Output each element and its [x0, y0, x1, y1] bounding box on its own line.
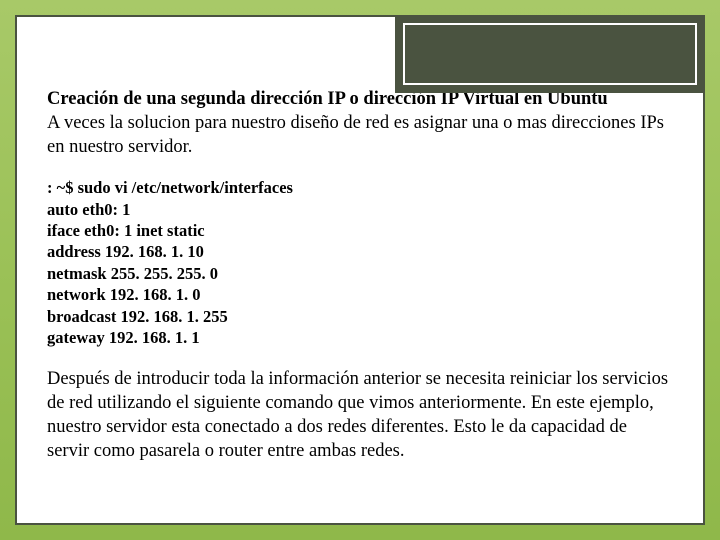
title-corner-inner — [403, 23, 697, 85]
title-corner-box — [395, 15, 705, 93]
code-line-1: : ~$ sudo vi /etc/network/interfaces — [47, 177, 673, 198]
code-line-4: address 192. 168. 1. 10 — [47, 241, 673, 262]
code-line-6: network 192. 168. 1. 0 — [47, 284, 673, 305]
code-line-3: iface eth0: 1 inet static — [47, 220, 673, 241]
intro-text: A veces la solucion para nuestro diseño … — [47, 111, 673, 159]
slide-frame: Creación de una segunda dirección IP o d… — [15, 15, 705, 525]
code-line-5: netmask 255. 255. 255. 0 — [47, 263, 673, 284]
outro-text: Después de introducir toda la informació… — [47, 367, 673, 463]
code-line-2: auto eth0: 1 — [47, 199, 673, 220]
code-line-8: gateway 192. 168. 1. 1 — [47, 327, 673, 348]
code-block: : ~$ sudo vi /etc/network/interfaces aut… — [47, 177, 673, 349]
code-line-7: broadcast 192. 168. 1. 255 — [47, 306, 673, 327]
